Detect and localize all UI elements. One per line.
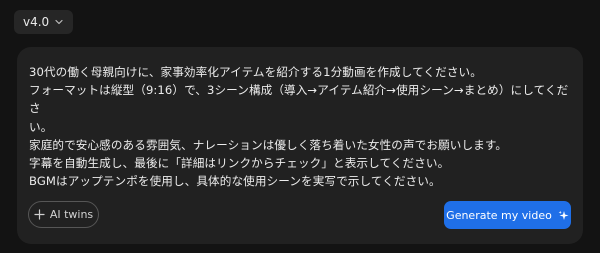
plus-icon [34, 209, 45, 220]
prompt-card[interactable]: 30代の働く母親向けに、家事効率化アイテムを紹介する1分動画を作成してください。… [17, 47, 583, 244]
prompt-line: 30代の働く母親向けに、家事効率化アイテムを紹介する1分動画を作成してください。 [29, 65, 482, 79]
sparkle-icon [558, 210, 569, 220]
ai-twins-label: AI twins [49, 208, 94, 221]
prompt-textarea[interactable]: 30代の働く母親向けに、家事効率化アイテムを紹介する1分動画を作成してください。… [29, 63, 569, 190]
prompt-line: BGMはアップテンポを使用し、具体的な使用シーンを実写で示してください。 [29, 174, 441, 189]
chevron-down-icon [55, 19, 63, 25]
generate-label: Generate my video [446, 208, 552, 222]
version-select[interactable]: v4.0 [14, 10, 74, 34]
prompt-line: 字幕を自動生成し、最後に「詳細はリンクからチェック」と表示してください。 [29, 156, 450, 171]
generate-video-button[interactable]: Generate my video [444, 201, 571, 229]
ai-twins-button[interactable]: AI twins [28, 201, 99, 228]
prompt-line: 家庭的で安心感のある雰囲気、ナレーションは優しく落ち着いた女性の声でお願いします… [29, 137, 508, 152]
prompt-line: フォーマットは縦型（9:16）で、3シーン構成（導入→アイテム紹介→使用シーン→… [29, 83, 569, 116]
prompt-line: い。 [29, 119, 53, 134]
version-label: v4.0 [23, 15, 50, 29]
